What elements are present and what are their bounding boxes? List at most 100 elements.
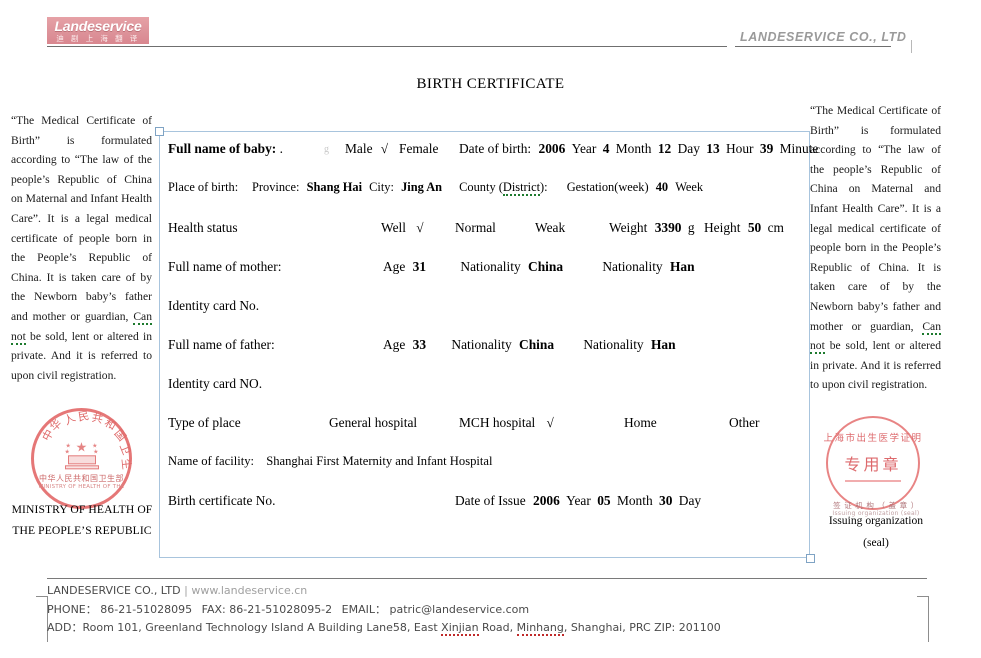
sex-male-checkmark: √ [380, 141, 389, 156]
row-facility: Name of facility: Shanghai First Materni… [168, 454, 493, 469]
father-ethnicity-value: Han [650, 337, 676, 352]
health-normal-label: Normal [455, 220, 496, 235]
dob-day-unit: Day [677, 141, 700, 156]
facility-label: Name of facility: [168, 454, 255, 468]
place-mch-checkmark: √ [546, 415, 554, 430]
issuing-caption: Issuing organization (seal) [808, 510, 944, 554]
place-home-option[interactable]: Home [624, 415, 657, 431]
county-spelling-error-district: District [502, 180, 541, 196]
header-divider-right [735, 46, 891, 47]
health-status-label: Health status [168, 220, 238, 235]
place-other-label: Other [729, 415, 760, 430]
mother-ethnicity-label: Nationality [602, 259, 663, 274]
sex-male-label: Male [345, 141, 373, 156]
mother-name-label: Full name of mother: [168, 259, 282, 274]
weight-value: 3390 [654, 220, 682, 235]
weight-unit: g [687, 220, 695, 235]
footer-address-part1: Room 101, Greenland Technology Island A … [82, 621, 442, 634]
gestation-unit: Week [675, 180, 704, 194]
mother-nationality-value: China [528, 259, 564, 274]
issue-year-value: 2006 [533, 493, 560, 508]
dob-minute-unit: Minute [779, 141, 819, 156]
place-of-birth-label: Place of birth: [168, 180, 239, 194]
footer-email-value[interactable]: patric@landeservice.com [390, 603, 530, 616]
mother-nationality-label: Nationality [460, 259, 521, 274]
seal-arc-text: 上海市出生医学证明 [823, 433, 923, 444]
mother-id-label: Identity card No. [168, 298, 260, 313]
ministry-caption-line2: THE PEOPLE’S REPUBLIC [12, 524, 152, 537]
footer-fax-label: FAX: [201, 602, 226, 616]
health-weak-label: Weak [535, 220, 566, 235]
father-name-label: Full name of father: [168, 337, 275, 352]
dob-year-unit: Year [571, 141, 597, 156]
facility-value: Shanghai First Maternity and Infant Hosp… [266, 454, 493, 468]
footer-separator: | [184, 584, 188, 597]
province-label: Province: [252, 180, 300, 194]
height-unit: cm [767, 220, 784, 235]
left-legal-paragraph: “The Medical Certificate of Birth” is fo… [11, 111, 152, 385]
dob-day-value: 12 [657, 141, 672, 156]
footer-address-label: ADD： [47, 621, 83, 634]
dob-hour-value: 13 [706, 141, 720, 156]
right-legal-text-head: “The Medical Certificate of Birth” is fo… [810, 104, 941, 333]
footer-phone-value: 86-21-51028095 [100, 602, 193, 616]
footer-divider [47, 578, 927, 579]
footer-spelling-error-minhang: Minhang [516, 621, 564, 636]
logo-wordmark: Landeservice [54, 17, 142, 34]
footer-phone-label: PHONE： [47, 602, 97, 616]
left-legal-text-head: “The Medical Certificate of Birth” is fo… [11, 114, 152, 323]
header-crop-mark [911, 40, 912, 53]
mother-age-value: 31 [412, 259, 427, 274]
left-legal-text-tail: be sold, lent or altered in private. And… [11, 329, 152, 382]
seal-underline [845, 480, 901, 482]
county-label-end: ): [540, 180, 548, 194]
row-father: Full name of father: [168, 337, 275, 353]
place-general-label: General hospital [329, 415, 418, 430]
mother-ethnicity-value: Han [669, 259, 695, 274]
row-issue-date: Date of Issue 2006 Year 05 Month 30 Day [455, 493, 701, 509]
right-legal-text-tail: be sold, lent or altered in private. And… [810, 339, 941, 392]
row-height: Height 50 cm [704, 220, 784, 236]
ministry-of-health-seal: 中 华 人 民 共 和 国 卫 生 ★ ★ ★ ★ ★ 中华人民共和国卫生部 M… [31, 408, 133, 509]
sex-male-option[interactable]: Male √ [345, 141, 388, 157]
logo-chinese-subtitle: 迪 剧 上 海 翻 译 [56, 33, 140, 43]
height-value: 50 [747, 220, 762, 235]
row-baby-name: Full name of baby: . [168, 141, 283, 157]
footer-line-company: LANDESERVICE CO., LTD | www.landeservice… [47, 582, 721, 601]
dob-month-unit: Month [615, 141, 652, 156]
place-mch-option[interactable]: MCH hospital √ [459, 415, 554, 431]
father-ethnicity-label: Nationality [583, 337, 644, 352]
place-home-label: Home [624, 415, 657, 430]
health-weak-option[interactable]: Weak [535, 220, 565, 236]
issue-year-unit: Year [566, 493, 591, 508]
footer-email-label: EMAIL： [341, 602, 386, 616]
row-father-details: Age 33 Nationality China Nationality Han [383, 337, 676, 353]
father-age-value: 33 [412, 337, 427, 352]
sex-female-option[interactable]: Female [399, 141, 438, 157]
seal-center-text: 专用章 [844, 455, 902, 474]
ministry-caption: MINISTRY OF HEALTH OF THE PEOPLE’S REPUB… [6, 499, 158, 541]
footer-website[interactable]: www.landeservice.cn [191, 584, 307, 597]
place-other-option[interactable]: Other [729, 415, 760, 431]
footer-company-name: LANDESERVICE CO., LTD [47, 584, 181, 597]
seal-ring-english-text: MINISTRY OF HEALTH OF THE [38, 484, 125, 490]
seal-ring-chinese-text: 中华人民共和国卫生部 [39, 474, 124, 483]
header-brand-text: LANDESERVICE CO., LTD [740, 30, 907, 44]
page-title: BIRTH CERTIFICATE [416, 76, 565, 92]
issue-day-unit: Day [678, 493, 702, 508]
row-province-city-county: Province: Shang Hai City: Jing An County… [252, 180, 704, 196]
health-well-option[interactable]: Well √ [381, 220, 423, 236]
baby-name-residual-glyph: g [324, 144, 329, 155]
place-general-option[interactable]: General hospital [329, 415, 417, 431]
city-value: Jing An [401, 180, 443, 194]
row-mother-details: Age 31 Nationality China Nationality Han [383, 259, 695, 275]
health-normal-option[interactable]: Normal [455, 220, 496, 236]
city-label: City: [369, 180, 394, 194]
weight-label: Weight [609, 220, 648, 235]
footer-address-part2: Road, [478, 621, 517, 634]
health-well-checkmark: √ [416, 220, 424, 235]
mother-age-label: Age [383, 259, 406, 274]
header-divider-left [47, 46, 727, 47]
father-id-label: Identity card NO. [168, 376, 263, 391]
row-mother: Full name of mother: [168, 259, 281, 275]
